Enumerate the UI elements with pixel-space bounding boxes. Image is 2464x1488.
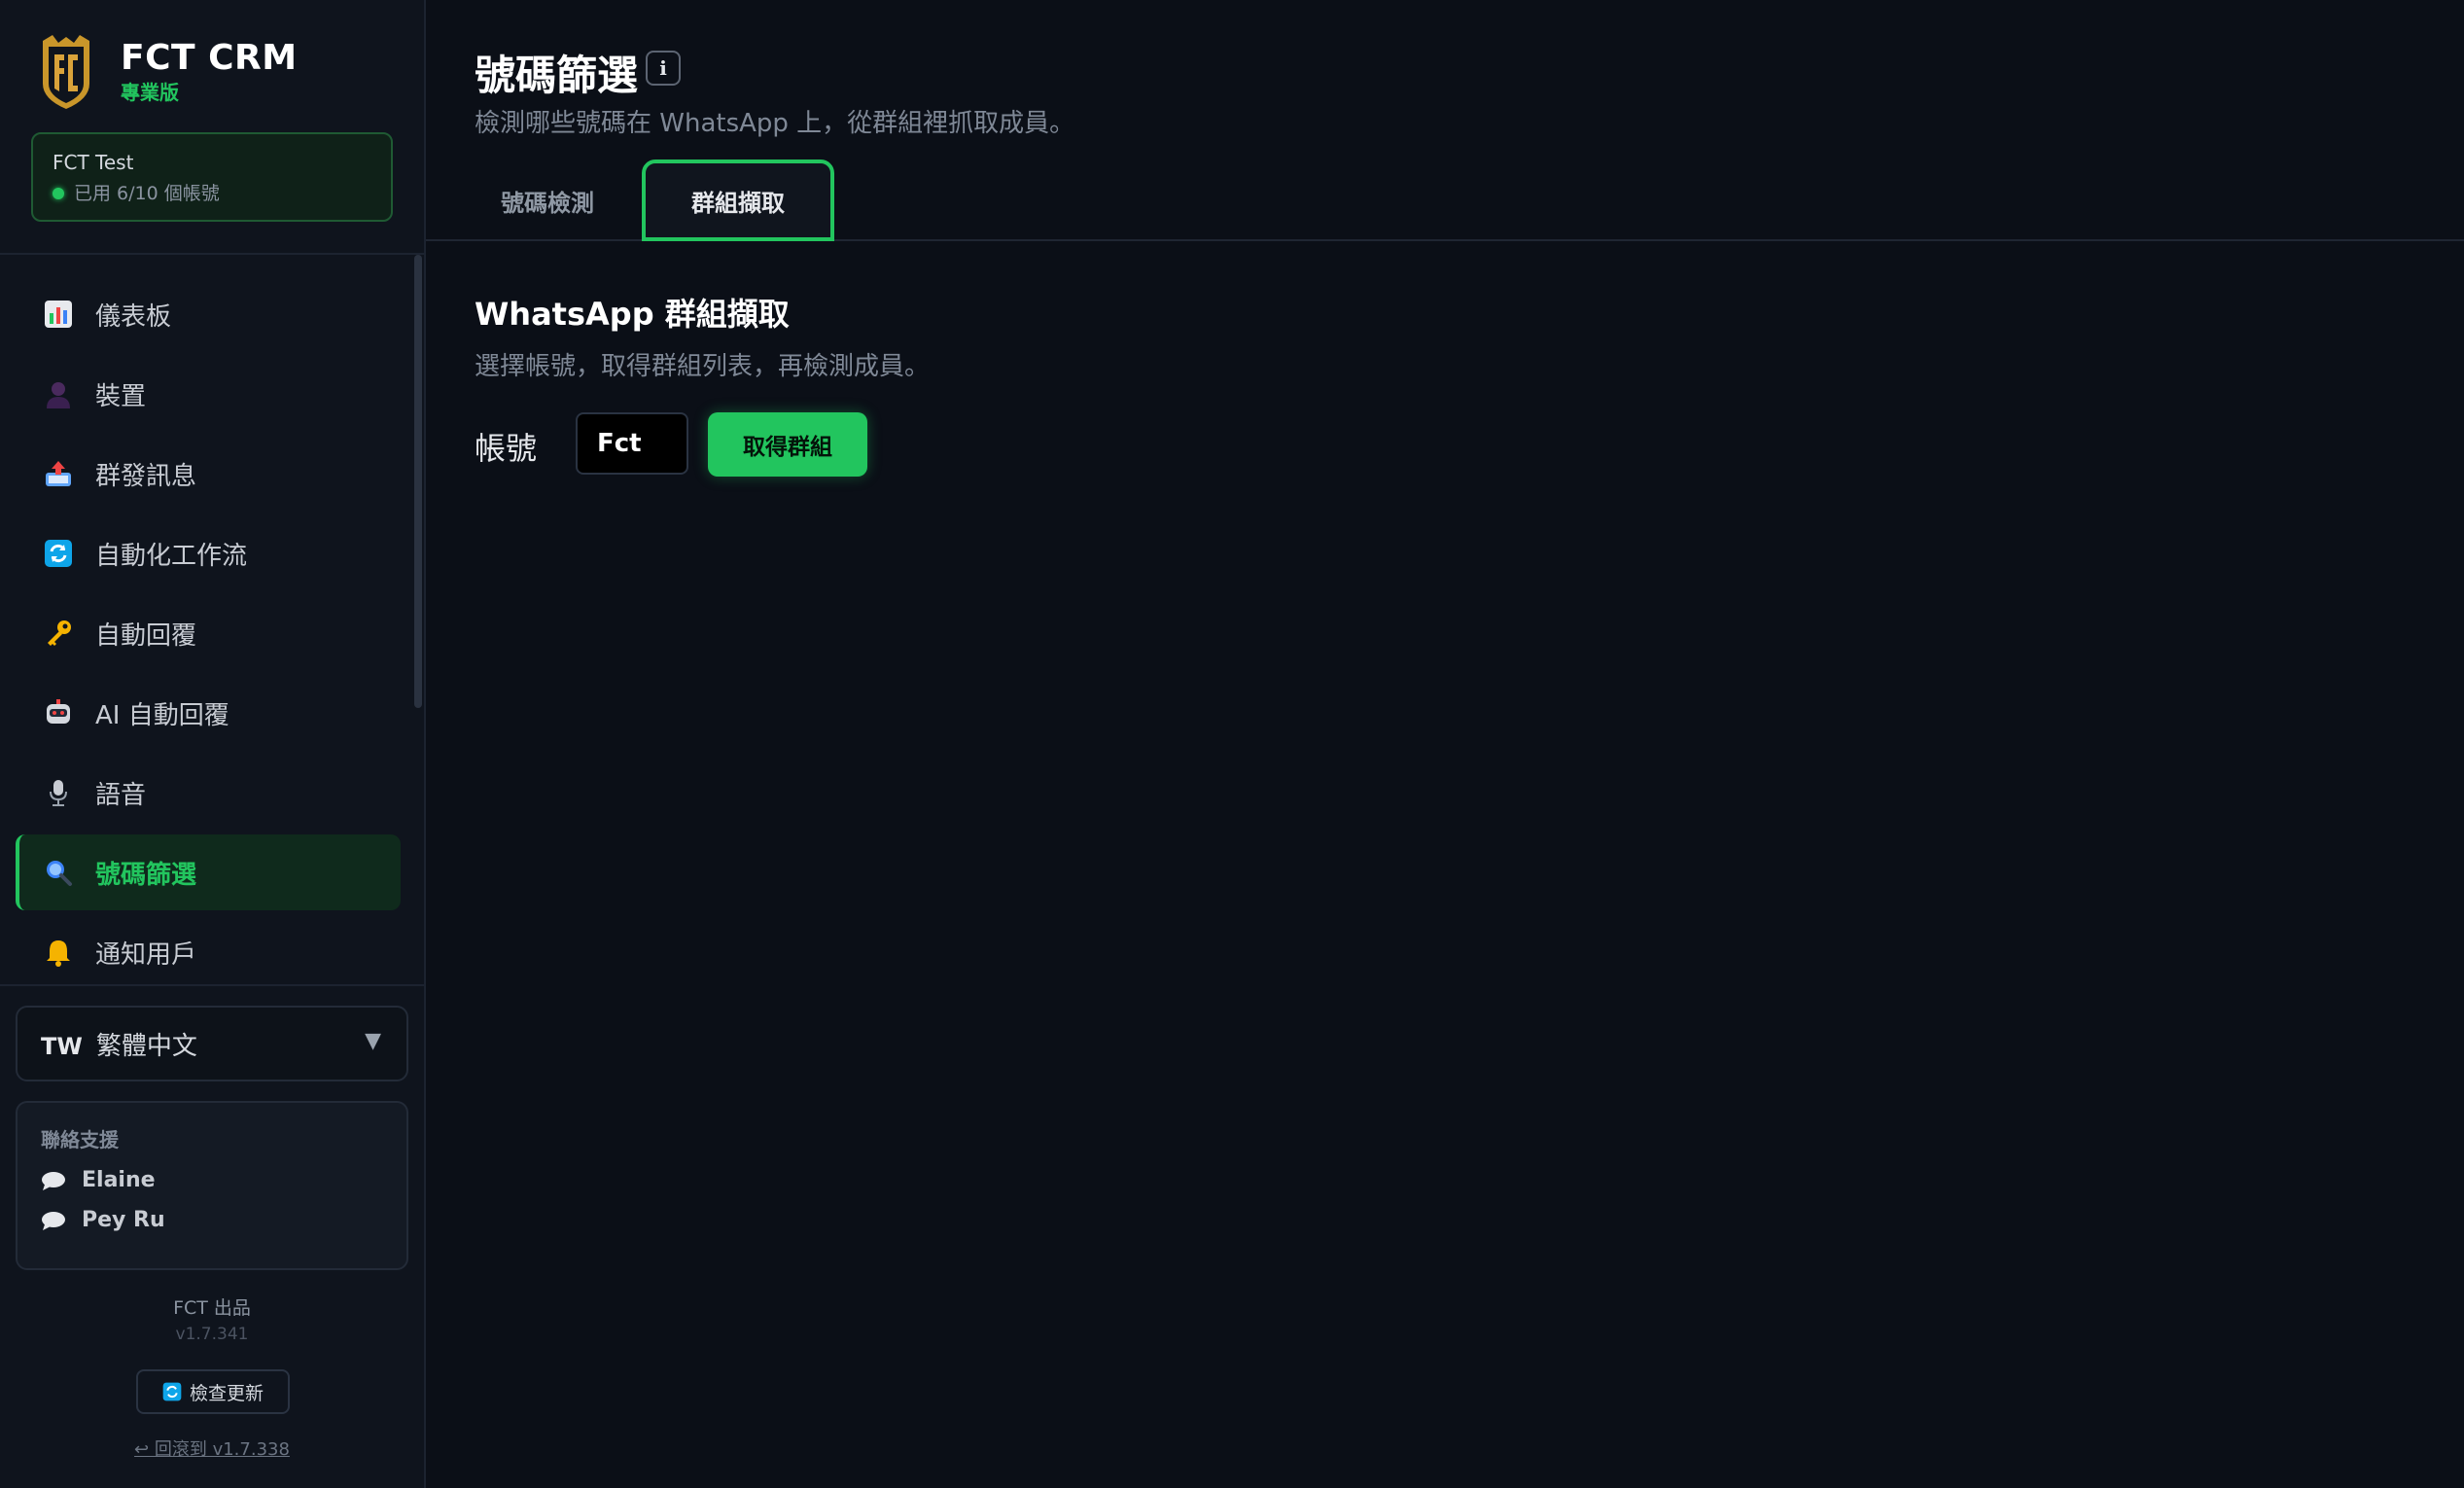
footer-version: v1.7.341 bbox=[175, 1325, 249, 1344]
support-contact-name: Elaine bbox=[82, 1168, 156, 1192]
caret-down-icon: ▼ bbox=[365, 1029, 381, 1053]
tab-number-check[interactable]: 號碼檢測 bbox=[475, 159, 620, 241]
robot-icon bbox=[43, 697, 74, 728]
account-card[interactable]: FCT Test 已用 6/10 個帳號 bbox=[31, 132, 393, 222]
outbox-tray-icon bbox=[43, 458, 74, 489]
fct-shield-logo-icon bbox=[43, 35, 89, 109]
sidebar-divider bbox=[0, 984, 424, 986]
bell-icon bbox=[43, 937, 74, 968]
check-update-label: 檢查更新 bbox=[189, 1382, 264, 1404]
account-select[interactable]: Fct bbox=[576, 412, 688, 475]
sidebar-item-auto-reply[interactable]: 自動回覆 bbox=[16, 595, 401, 671]
tab-bar: 號碼檢測 群組擷取 bbox=[426, 156, 2464, 241]
account-usage: 已用 6/10 個帳號 bbox=[74, 183, 220, 204]
sidebar-nav: 儀表板 裝置 群發訊息 自動化工作流 自動回覆 AI 自動回覆 語音 號碼篩選 … bbox=[0, 274, 424, 982]
tab-group-extract[interactable]: 群組擷取 bbox=[642, 159, 834, 241]
sidebar-item-label: AI 自動回覆 bbox=[95, 700, 229, 730]
account-name: FCT Test bbox=[53, 151, 134, 174]
language-label: 繁體中文 bbox=[95, 1031, 197, 1061]
chat-bubble-icon bbox=[42, 1171, 65, 1190]
sidebar-item-label: 自動化工作流 bbox=[95, 541, 248, 571]
sidebar-item-dashboard[interactable]: 儀表板 bbox=[16, 276, 401, 352]
sidebar-item-label: 語音 bbox=[95, 780, 147, 810]
language-select[interactable]: TW 繁體中文 ▼ bbox=[16, 1006, 408, 1081]
brand: FCT CRM 專業版 bbox=[39, 35, 298, 109]
refresh-arrows-icon bbox=[162, 1382, 182, 1401]
bar-chart-icon bbox=[43, 299, 74, 330]
microphone-icon bbox=[43, 777, 74, 808]
status-dot-icon bbox=[53, 188, 64, 199]
sidebar-item-broadcast[interactable]: 群發訊息 bbox=[16, 436, 401, 512]
sidebar-item-notify-users[interactable]: 通知用戶 bbox=[16, 914, 401, 982]
magnifier-icon bbox=[43, 857, 74, 888]
key-icon bbox=[43, 618, 74, 649]
sidebar-item-label: 群發訊息 bbox=[95, 461, 197, 491]
sidebar-scrollbar[interactable] bbox=[414, 255, 422, 708]
info-button[interactable]: i bbox=[646, 51, 681, 86]
account-field-label: 帳號 bbox=[475, 430, 538, 467]
sidebar-item-label: 裝置 bbox=[95, 381, 147, 411]
support-panel: 聯絡支援 Elaine Pey Ru bbox=[16, 1101, 408, 1270]
sidebar-divider bbox=[0, 253, 424, 255]
sidebar-item-number-filter[interactable]: 號碼篩選 bbox=[16, 834, 401, 910]
sidebar-item-voice[interactable]: 語音 bbox=[16, 755, 401, 831]
chat-bubble-icon bbox=[42, 1211, 65, 1230]
sidebar-item-label: 號碼篩選 bbox=[95, 860, 197, 890]
sidebar-item-ai-auto-reply[interactable]: AI 自動回覆 bbox=[16, 675, 401, 751]
sidebar-item-devices[interactable]: 裝置 bbox=[16, 356, 401, 432]
person-icon bbox=[43, 378, 74, 409]
section-subtitle: 選擇帳號，取得群組列表，再檢測成員。 bbox=[475, 352, 931, 381]
main-content: 號碼篩選 i 檢測哪些號碼在 WhatsApp 上，從群組裡抓取成員。 號碼檢測… bbox=[426, 0, 2464, 1488]
page-subtitle: 檢測哪些號碼在 WhatsApp 上，從群組裡抓取成員。 bbox=[475, 109, 1075, 138]
support-contact-pey-ru[interactable]: Pey Ru bbox=[41, 1208, 383, 1232]
sidebar-item-label: 儀表板 bbox=[95, 301, 172, 332]
check-update-button[interactable]: 檢查更新 bbox=[136, 1369, 290, 1414]
page-title: 號碼篩選 bbox=[475, 52, 639, 99]
fetch-groups-button[interactable]: 取得群組 bbox=[708, 412, 867, 477]
support-title: 聯絡支援 bbox=[41, 1128, 119, 1151]
footer-by: FCT 出品 bbox=[173, 1297, 251, 1319]
refresh-arrows-icon bbox=[43, 538, 74, 569]
brand-edition: 專業版 bbox=[121, 81, 179, 104]
brand-name: FCT CRM bbox=[121, 38, 298, 78]
sidebar-item-label: 通知用戶 bbox=[95, 939, 197, 970]
language-code: TW bbox=[41, 1033, 83, 1060]
support-contact-name: Pey Ru bbox=[82, 1208, 165, 1232]
sidebar: FCT CRM 專業版 FCT Test 已用 6/10 個帳號 儀表板 裝置 bbox=[0, 0, 426, 1488]
sidebar-item-label: 自動回覆 bbox=[95, 620, 197, 651]
sidebar-item-workflow[interactable]: 自動化工作流 bbox=[16, 515, 401, 591]
support-contact-elaine[interactable]: Elaine bbox=[41, 1168, 383, 1192]
section-title: WhatsApp 群組擷取 bbox=[475, 296, 790, 333]
rollback-link[interactable]: ↩ 回滾到 v1.7.338 bbox=[0, 1435, 424, 1461]
